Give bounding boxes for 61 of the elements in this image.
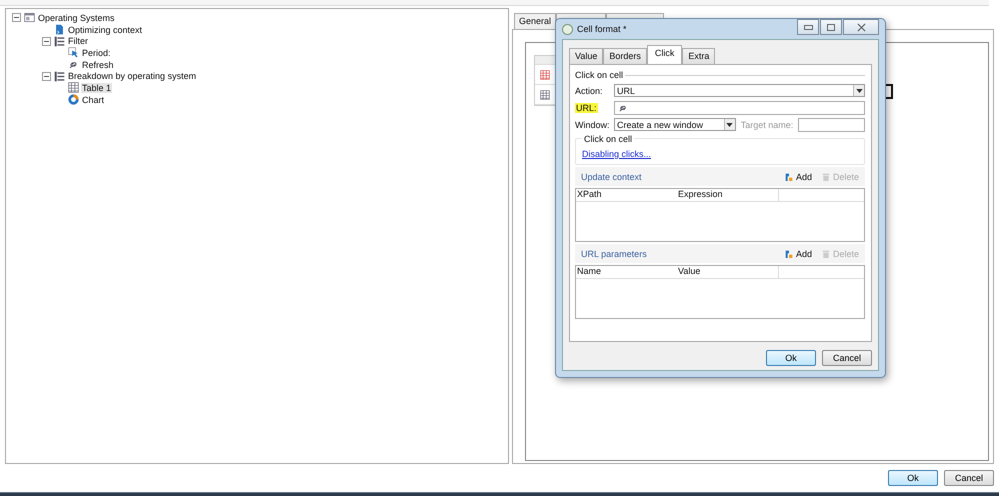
minimize-button[interactable]	[797, 19, 819, 35]
collapse-toggle[interactable]	[42, 36, 50, 46]
trash-icon	[822, 248, 830, 258]
url-field[interactable]	[614, 100, 865, 114]
tree-item[interactable]: Breakdown by operating system	[67, 71, 198, 82]
tab[interactable]: Borders	[603, 48, 647, 64]
table-icon	[539, 70, 551, 80]
cursor-icon	[68, 47, 79, 58]
close-icon	[856, 22, 866, 32]
window-title: Cell format *	[577, 24, 628, 34]
tab[interactable]: Click	[646, 45, 682, 64]
tab[interactable]: Extra	[682, 48, 716, 64]
collapse-toggle[interactable]	[12, 13, 20, 22]
add-button[interactable]: Add	[784, 248, 812, 258]
action-dropdown[interactable]: URL	[614, 84, 865, 97]
report-icon	[24, 12, 35, 24]
ok-button[interactable]: Ok	[888, 470, 938, 486]
column-header[interactable]: Value	[677, 266, 778, 278]
disabling-clicks-link[interactable]: Disabling clicks...	[582, 149, 652, 159]
tree-item[interactable]: Refresh	[81, 60, 115, 70]
tree-item[interactable]: Table 1	[81, 82, 112, 93]
window-dropdown[interactable]: Create a new window	[614, 118, 736, 131]
add-icon	[784, 172, 793, 182]
document-icon	[54, 24, 65, 36]
cancel-button[interactable]: Cancel	[822, 350, 872, 366]
field-label: Target name:	[740, 120, 794, 130]
ok-button[interactable]: Ok	[766, 350, 816, 366]
section-title: Update context	[581, 172, 643, 182]
tree-item[interactable]: Optimizing context	[67, 24, 144, 35]
section-title: Click on cell	[575, 70, 624, 80]
trash-icon	[822, 172, 830, 182]
field-label: Action:	[575, 86, 604, 96]
caret-icon	[726, 122, 734, 126]
list-icon	[54, 70, 65, 82]
maximize-button[interactable]	[820, 19, 842, 35]
target-name-field[interactable]	[798, 118, 865, 132]
tree-item[interactable]: Chart	[81, 94, 106, 105]
table-icon	[539, 90, 551, 100]
field-label: Window:	[575, 120, 611, 130]
donut-icon	[68, 94, 79, 106]
close-button[interactable]	[843, 19, 879, 35]
column-header[interactable]: Name	[576, 266, 677, 278]
tree-item[interactable]: Operating Systems	[37, 12, 116, 23]
add-button[interactable]: Add	[784, 172, 812, 182]
cancel-button[interactable]: Cancel	[944, 470, 994, 486]
add-icon	[784, 248, 793, 258]
app-logo-icon	[562, 24, 573, 34]
field-label: URL:	[575, 102, 598, 112]
section-title: URL parameters	[581, 248, 648, 258]
tab[interactable]: Value	[569, 48, 604, 64]
tree-item[interactable]: Filter	[67, 36, 89, 46]
column-header[interactable]: Expression	[677, 189, 778, 201]
tab[interactable]: General	[514, 13, 556, 29]
tree-item[interactable]: Period:	[81, 48, 112, 58]
table-icon	[68, 82, 79, 94]
collapse-toggle[interactable]	[42, 72, 50, 81]
column-header[interactable]: XPath	[576, 189, 677, 201]
chain-link-icon	[68, 59, 79, 70]
group-title: Click on cell	[582, 134, 634, 144]
caret-icon	[856, 88, 862, 92]
list-icon	[54, 36, 65, 47]
